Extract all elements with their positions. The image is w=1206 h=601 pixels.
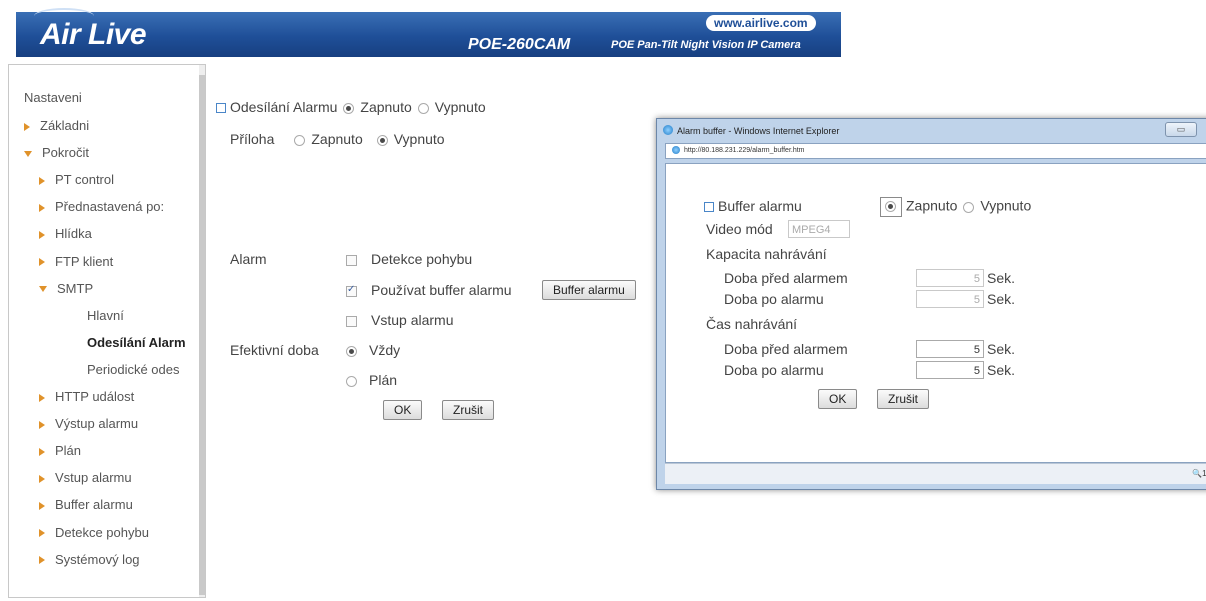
capacity-before-field: 5 — [916, 269, 984, 287]
record-after-unit: Sek. — [987, 362, 1016, 378]
page-icon — [672, 146, 680, 155]
video-mode-field: MPEG4 — [788, 220, 850, 238]
record-time-label: Čas nahrávání — [706, 316, 798, 332]
record-before-input[interactable]: 5 — [916, 340, 984, 358]
buffer-on-label: Zapnuto — [906, 197, 958, 214]
buffer-on-radio-box[interactable] — [880, 197, 902, 217]
alarm-send-off-radio[interactable] — [417, 102, 429, 114]
record-before-label: Doba před alarmem — [724, 341, 848, 357]
alarm-send-row: Odesílání Alarmu Zapnuto Vypnuto — [216, 99, 486, 115]
attachment-off-radio[interactable] — [376, 134, 388, 146]
popup-status-bar: 🔍13 — [665, 463, 1206, 484]
attachment-label: Příloha — [230, 131, 275, 147]
alarm-send-on-radio[interactable] — [343, 102, 355, 114]
popup-cancel-button[interactable]: Zrušit — [877, 389, 929, 409]
buffer-on-radio[interactable] — [885, 201, 896, 212]
motion-detection-checkbox[interactable] — [346, 254, 357, 266]
popup-address-text: http://80.188.231.229/alarm_buffer.htm — [684, 147, 805, 154]
motion-detection-label: Detekce pohybu — [371, 251, 473, 267]
minimize-icon[interactable]: ▭ — [1165, 122, 1197, 137]
attachment-row: Příloha Zapnuto Vypnuto — [230, 131, 445, 147]
popup-address-bar[interactable]: http://80.188.231.229/alarm_buffer.htm — [665, 143, 1206, 159]
zoom-indicator[interactable]: 🔍13 — [1192, 469, 1206, 478]
schedule-row: Plán — [340, 372, 397, 388]
attachment-off-label: Vypnuto — [393, 131, 445, 147]
record-after-label: Doba po alarmu — [724, 362, 824, 378]
always-radio[interactable] — [346, 345, 357, 357]
popup-window-title: Alarm buffer - Windows Internet Explorer — [677, 126, 840, 136]
capacity-after-field: 5 — [916, 290, 984, 308]
cancel-button[interactable]: Zrušit — [442, 400, 494, 420]
schedule-radio[interactable] — [346, 375, 357, 387]
effective-time-label: Efektivní doba — [230, 342, 319, 358]
capacity-after-label: Doba po alarmu — [724, 291, 824, 307]
capacity-label: Kapacita nahrávání — [706, 246, 827, 262]
buffer-label-row: Buffer alarmu — [704, 198, 802, 214]
capacity-before-unit: Sek. — [987, 270, 1016, 286]
ok-button[interactable]: OK — [383, 400, 423, 420]
use-buffer-label: Používat buffer alarmu — [371, 282, 512, 298]
alarm-send-off-label: Vypnuto — [434, 99, 486, 115]
capacity-before-label: Doba před alarmem — [724, 270, 848, 286]
alarm-send-label: Odesílání Alarmu — [230, 99, 338, 115]
video-mode-label: Video mód — [706, 221, 773, 237]
alarm-input-row: Vstup alarmu — [346, 312, 453, 328]
alarm-input-checkbox[interactable] — [346, 315, 357, 327]
attachment-on-label: Zapnuto — [311, 131, 363, 147]
use-buffer-row: Používat buffer alarmu — [346, 282, 512, 298]
buffer-off-label: Vypnuto — [980, 197, 1032, 214]
buffer-alarm-button[interactable]: Buffer alarmu — [542, 280, 636, 300]
buffer-off-radio[interactable] — [963, 201, 975, 213]
section-square-icon — [704, 202, 714, 213]
attachment-on-radio[interactable] — [294, 134, 306, 146]
use-buffer-checkbox[interactable] — [346, 284, 357, 297]
motion-detection-row: Detekce pohybu — [346, 251, 472, 267]
buffer-label: Buffer alarmu — [718, 198, 802, 214]
popup-content: Buffer alarmu Zapnuto Vypnuto Video mód M… — [665, 163, 1206, 463]
schedule-label: Plán — [369, 372, 398, 388]
always-label: Vždy — [369, 342, 401, 358]
popup-ok-button[interactable]: OK — [818, 389, 858, 409]
buffer-radio-row: Zapnuto Vypnuto — [880, 197, 1031, 217]
alarm-input-label: Vstup alarmu — [371, 312, 454, 328]
always-row: Vždy — [340, 342, 400, 358]
section-square-icon — [216, 103, 226, 114]
record-before-unit: Sek. — [987, 341, 1016, 357]
record-after-input[interactable]: 5 — [916, 361, 984, 379]
ie-icon — [663, 125, 673, 135]
alarm-buffer-popup: Alarm buffer - Windows Internet Explorer… — [656, 118, 1206, 490]
zoom-level: 13 — [1202, 469, 1206, 478]
capacity-after-unit: Sek. — [987, 291, 1016, 307]
alarm-label: Alarm — [230, 251, 267, 267]
alarm-send-on-label: Zapnuto — [360, 99, 412, 115]
